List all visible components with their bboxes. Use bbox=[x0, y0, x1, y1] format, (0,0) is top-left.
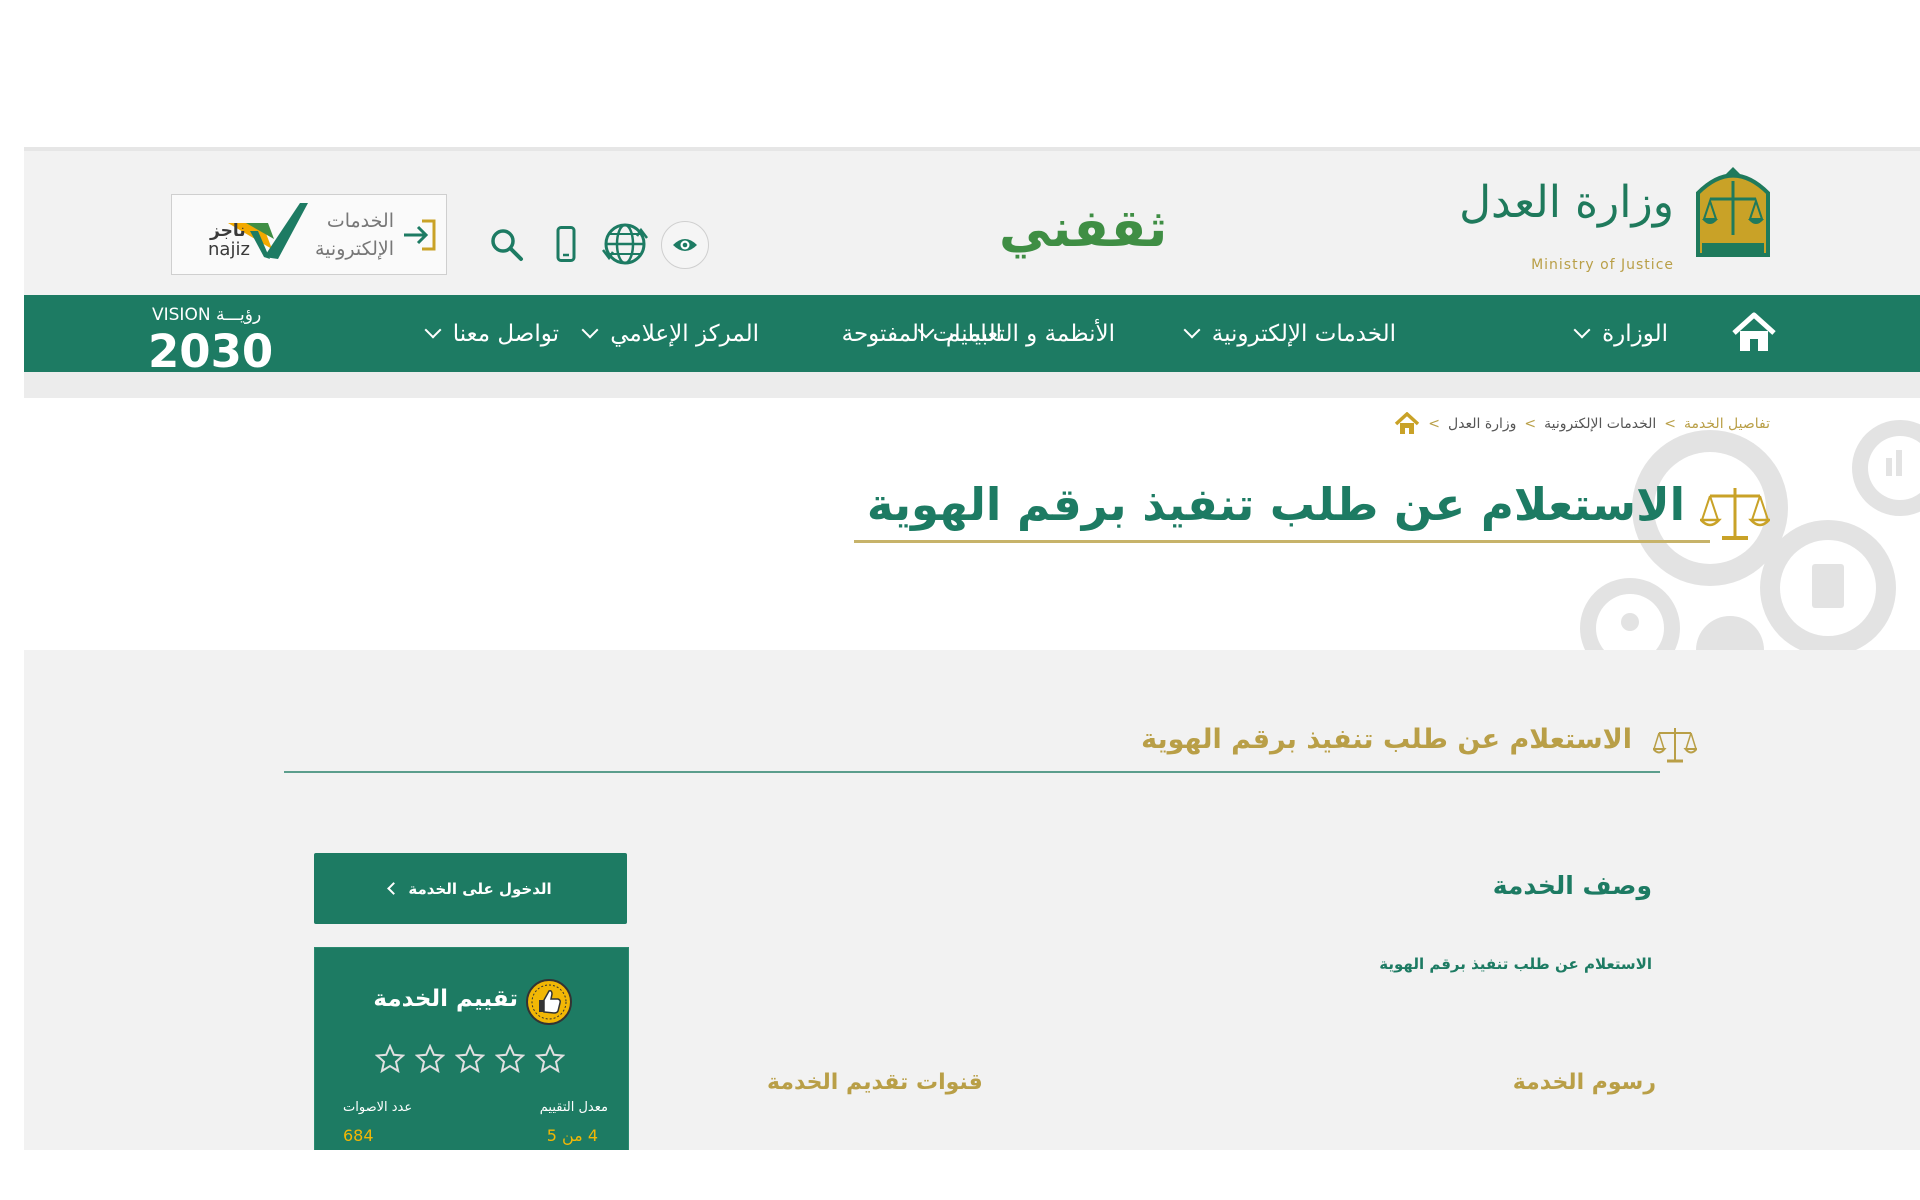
search-button[interactable] bbox=[486, 219, 526, 269]
nav-eservices-label: الخدمات الإلكترونية bbox=[1211, 320, 1396, 347]
nav-shadow-strip bbox=[24, 372, 1920, 398]
main-nav: الوزارة الخدمات الإلكترونية الأنظمة و ال… bbox=[24, 295, 1920, 378]
nav-media-center[interactable]: المركز الإعلامي bbox=[581, 295, 759, 372]
breadcrumb-eservices[interactable]: الخدمات الإلكترونية bbox=[1544, 416, 1656, 432]
najiz-brand-en: najiz bbox=[208, 239, 250, 260]
nav-media-center-label: المركز الإعلامي bbox=[610, 320, 759, 347]
najiz-eservices-text: الخدمات الإلكترونية bbox=[315, 207, 394, 263]
breadcrumb-current: تفاصيل الخدمة bbox=[1684, 416, 1770, 432]
breadcrumb-ministry[interactable]: وزارة العدل bbox=[1448, 416, 1516, 432]
star-icon[interactable] bbox=[535, 1044, 565, 1074]
accessibility-eye-button[interactable] bbox=[661, 221, 709, 269]
star-icon[interactable] bbox=[495, 1044, 525, 1074]
nav-home[interactable] bbox=[1730, 311, 1778, 355]
mobile-phone-icon bbox=[556, 226, 576, 262]
chevron-down-icon bbox=[581, 321, 599, 338]
votes-value: 684 bbox=[343, 1126, 374, 1145]
vision-label: VISION رؤيـــة bbox=[152, 305, 262, 325]
page-frame: وزارة العدل Ministry of Justice ثقفني ال… bbox=[24, 147, 1920, 1150]
chevron-left-icon bbox=[387, 882, 401, 895]
mobile-app-button[interactable] bbox=[551, 219, 581, 269]
avg-rating-label: معدل التقييم bbox=[539, 1100, 608, 1115]
hero-section: > وزارة العدل > الخدمات الإلكترونية > تف… bbox=[24, 398, 1920, 650]
globe-icon bbox=[602, 223, 648, 265]
moj-name-en: Ministry of Justice bbox=[1531, 257, 1674, 273]
service-rating-panel: تقييم الخدمة معدل التقييم 4 من 5 عدد الا… bbox=[314, 947, 629, 1150]
home-icon bbox=[1732, 312, 1776, 351]
service-description-heading: وصف الخدمة bbox=[1492, 871, 1652, 900]
scales-of-justice-icon bbox=[1653, 728, 1697, 763]
page-title: الاستعلام عن طلب تنفيذ برقم الهوية bbox=[866, 478, 1685, 531]
thumbs-up-icon bbox=[526, 979, 572, 1025]
service-fees-heading: رسوم الخدمة bbox=[1512, 1070, 1656, 1095]
chevron-down-icon bbox=[1573, 321, 1591, 338]
service-channels-heading: قنوات تقديم الخدمة bbox=[767, 1070, 983, 1095]
moj-logo[interactable]: وزارة العدل Ministry of Justice bbox=[1459, 163, 1778, 273]
moj-name-ar: وزارة العدل bbox=[1459, 177, 1674, 228]
enter-service-label: الدخول على الخدمة bbox=[408, 879, 552, 898]
thaqafni-link[interactable]: ثقفني bbox=[999, 199, 1167, 259]
najiz-logo: ناجز najiz bbox=[188, 201, 308, 267]
star-icon[interactable] bbox=[375, 1044, 405, 1074]
najiz-brand-ar: ناجز bbox=[210, 221, 246, 241]
breadcrumb-separator: > bbox=[1524, 416, 1537, 432]
breadcrumb-separator: > bbox=[1664, 416, 1677, 432]
nav-contact-label: تواصل معنا bbox=[452, 320, 559, 347]
breadcrumb: > وزارة العدل > الخدمات الإلكترونية > تف… bbox=[1394, 412, 1770, 436]
nav-ministry[interactable]: الوزارة bbox=[1573, 295, 1668, 372]
enter-service-button[interactable]: الدخول على الخدمة bbox=[314, 853, 627, 924]
login-arrow-icon bbox=[404, 219, 436, 251]
language-button[interactable] bbox=[600, 219, 650, 269]
title-underline bbox=[854, 540, 1710, 543]
chevron-down-icon bbox=[1183, 321, 1201, 338]
najiz-line1: الخدمات bbox=[326, 210, 394, 232]
votes-label: عدد الاصوات bbox=[343, 1100, 413, 1115]
rating-stars bbox=[375, 1044, 565, 1074]
rating-title: تقييم الخدمة bbox=[373, 986, 518, 1012]
search-icon bbox=[491, 229, 523, 261]
top-divider bbox=[24, 147, 1920, 151]
najiz-eservices-link[interactable]: الخدمات الإلكترونية ناجز najiz bbox=[171, 194, 447, 275]
section-title: الاستعلام عن طلب تنفيذ برقم الهوية bbox=[1141, 724, 1632, 755]
chevron-down-icon bbox=[424, 321, 442, 338]
najiz-line2: الإلكترونية bbox=[315, 238, 394, 260]
star-icon[interactable] bbox=[455, 1044, 485, 1074]
nav-open-data[interactable]: البيانات المفتوحة bbox=[842, 295, 1002, 372]
star-icon[interactable] bbox=[415, 1044, 445, 1074]
service-description-text: الاستعلام عن طلب تنفيذ برقم الهوية bbox=[1379, 955, 1652, 973]
eye-icon bbox=[673, 239, 697, 251]
nav-eservices[interactable]: الخدمات الإلكترونية bbox=[1183, 295, 1396, 372]
avg-rating-value: 4 من 5 bbox=[546, 1126, 598, 1145]
section-divider bbox=[284, 771, 1660, 773]
vision-year: 2030 bbox=[148, 325, 274, 378]
nav-contact[interactable]: تواصل معنا bbox=[424, 295, 559, 372]
scales-of-justice-icon bbox=[1700, 488, 1770, 540]
nav-open-data-label: البيانات المفتوحة bbox=[841, 320, 1002, 347]
breadcrumb-separator: > bbox=[1428, 416, 1441, 432]
nav-ministry-label: الوزارة bbox=[1602, 320, 1668, 347]
moj-emblem-icon bbox=[1696, 167, 1770, 257]
breadcrumb-home-icon[interactable] bbox=[1394, 412, 1420, 436]
